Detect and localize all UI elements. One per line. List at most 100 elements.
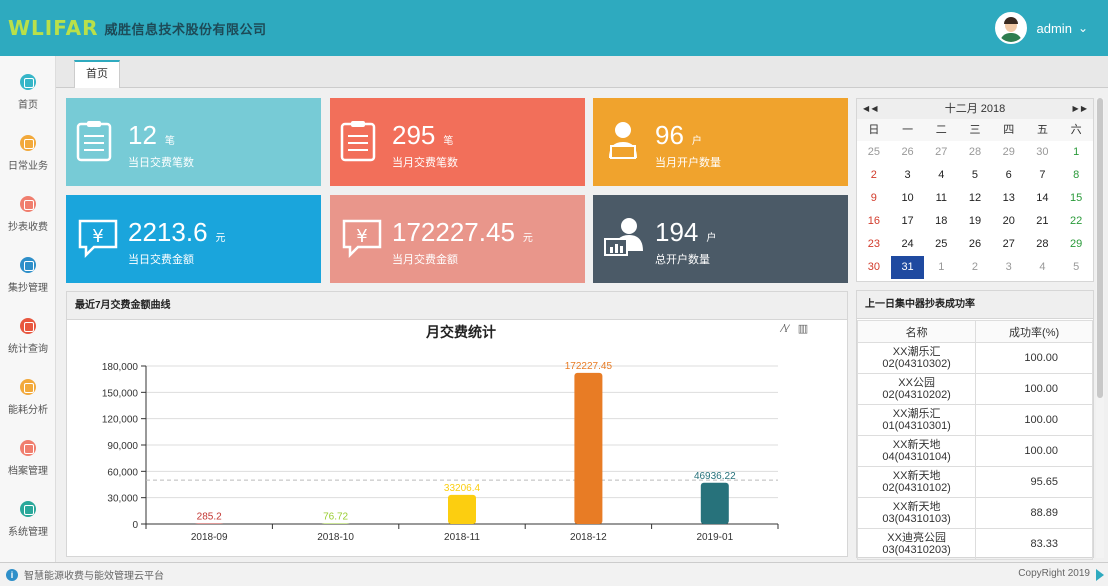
username[interactable]: admin	[1037, 21, 1072, 36]
weekday-label: 五	[1036, 124, 1048, 136]
calendar-day[interactable]: 9	[857, 187, 891, 210]
y-tick-label: 60,000	[107, 467, 138, 478]
table-row[interactable]: XX新天地 02(04310102) 95.65	[856, 466, 1093, 498]
success-rate: 100.00	[975, 342, 1093, 374]
calendar-day[interactable]: 4	[1026, 256, 1060, 279]
concentrator-name: XX迪亮公园 03(04310203)	[856, 528, 977, 560]
stat-card-2[interactable]: 96 户当月开户数量	[593, 98, 848, 186]
stat-unit: 户	[706, 233, 717, 244]
table-row[interactable]: XX公园 02(04310202) 100.00	[856, 373, 1093, 405]
tab-home[interactable]: 首页	[74, 60, 120, 88]
y-tick-label: 150,000	[102, 388, 139, 399]
calendar-day[interactable]: 3	[992, 256, 1026, 279]
calendar-day[interactable]: 10	[891, 187, 925, 210]
calendar-day[interactable]: 15	[1059, 187, 1093, 210]
calendar-day[interactable]: 28	[958, 141, 992, 164]
calendar-day[interactable]: 18	[924, 210, 958, 233]
calendar-title: 十二月 2018	[944, 103, 1006, 115]
footer-platform-name: 智慧能源收费与能效管理云平台	[24, 571, 164, 582]
calendar-day[interactable]: 5	[1059, 256, 1093, 279]
calendar-day[interactable]: 14	[1026, 187, 1060, 210]
calendar-day[interactable]: 23	[857, 233, 891, 256]
chevron-down-icon[interactable]: ⌄	[1078, 21, 1088, 35]
calendar-day[interactable]: 3	[891, 164, 925, 187]
calendar-day[interactable]: 8	[1059, 164, 1093, 187]
clipboard-icon	[340, 120, 380, 162]
calendar-day[interactable]: 21	[1026, 210, 1060, 233]
calendar-day[interactable]: 22	[1059, 210, 1093, 233]
success-rate: 100.00	[975, 435, 1093, 467]
company-name: 威胜信息技术股份有限公司	[104, 21, 267, 37]
play-icon[interactable]	[1096, 569, 1104, 581]
calendar-next-button[interactable]: ▶ ▶	[1072, 99, 1087, 119]
calendar-day[interactable]: 1	[1059, 141, 1093, 164]
weekday-label: 日	[868, 124, 880, 136]
table-row[interactable]: XX新天地 03(04310103) 88.89	[856, 497, 1093, 529]
table-row[interactable]: XX新天地 04(04310104) 100.00	[856, 435, 1093, 467]
stat-card-3[interactable]: ¥2213.6 元当日交费金额	[66, 195, 321, 283]
stat-card-0[interactable]: 12 笔当日交费笔数	[66, 98, 321, 186]
calendar-day[interactable]: 30	[1026, 141, 1060, 164]
avatar[interactable]	[994, 12, 1027, 44]
footer-copyright: CopyRight 2019	[1018, 568, 1090, 579]
calendar-day[interactable]: 1	[924, 256, 958, 279]
stat-value: 12 笔	[128, 120, 175, 150]
sidebar-item-1[interactable]: 日常业务	[0, 121, 56, 177]
table-row[interactable]: XX迪亮公园 03(04310203) 83.33	[856, 528, 1093, 560]
calendar-day[interactable]: 29	[1059, 233, 1093, 256]
calendar-day[interactable]: 28	[1026, 233, 1060, 256]
table-row[interactable]: XX潮乐汇 02(04310302) 100.00	[856, 342, 1093, 374]
table-row[interactable]: XX潮乐汇 01(04310301) 100.00	[856, 404, 1093, 436]
calendar-day[interactable]: 26	[958, 233, 992, 256]
stat-card-5[interactable]: 194 户总开户数量	[593, 195, 848, 283]
calendar-day[interactable]: 27	[924, 141, 958, 164]
calendar-day[interactable]: 24	[891, 233, 925, 256]
user-menu[interactable]: admin ⌄	[994, 12, 1088, 44]
scrollbar[interactable]	[1096, 98, 1104, 558]
sidebar-item-4[interactable]: 统计查询	[0, 304, 56, 360]
sidebar-item-5[interactable]: 能耗分析	[0, 365, 56, 421]
bar-chart-icon	[20, 257, 36, 273]
calendar-day[interactable]: 7	[1026, 164, 1060, 187]
logo[interactable]: WLIFAR 威胜信息技术股份有限公司	[8, 16, 267, 40]
calendar-day[interactable]: 26	[891, 141, 925, 164]
sidebar-item-6[interactable]: 档案管理	[0, 426, 56, 482]
calendar-header: ◀ ◀ 十二月 2018 ▶ ▶	[857, 99, 1093, 119]
calendar-day[interactable]: 13	[992, 187, 1026, 210]
sidebar-item-3[interactable]: 集抄管理	[0, 243, 56, 299]
svg-text:¥: ¥	[92, 226, 103, 247]
sidebar-item-0[interactable]: 首页	[0, 60, 56, 116]
concentrator-name: XX公园 02(04310202)	[856, 373, 977, 405]
calendar-day[interactable]: 31	[890, 256, 925, 279]
calendar-day[interactable]: 5	[958, 164, 992, 187]
stat-card-1[interactable]: 295 笔当月交费笔数	[330, 98, 585, 186]
calendar-day[interactable]: 25	[924, 233, 958, 256]
calendar-day[interactable]: 25	[857, 141, 891, 164]
weekday-label: 一	[902, 124, 914, 136]
calendar-day[interactable]: 30	[857, 256, 891, 279]
stat-label: 当月交费笔数	[392, 157, 458, 169]
calendar-day[interactable]: 19	[958, 210, 992, 233]
calendar-day[interactable]: 2	[958, 256, 992, 279]
calendar-day[interactable]: 4	[924, 164, 958, 187]
x-tick-label: 2018-09	[191, 532, 228, 543]
calendar-day[interactable]: 11	[924, 187, 958, 210]
calendar-day[interactable]: 27	[992, 233, 1026, 256]
sidebar-item-7[interactable]: 系统管理	[0, 487, 56, 543]
x-tick-label: 2018-11	[444, 532, 480, 543]
stat-card-4[interactable]: ¥172227.45 元当月交费金额	[330, 195, 585, 283]
calendar-day[interactable]: 16	[857, 210, 891, 233]
calendar-day[interactable]: 29	[992, 141, 1026, 164]
calendar-day[interactable]: 2	[857, 164, 891, 187]
sidebar-item-2[interactable]: 抄表收费	[0, 182, 56, 238]
person-chart-icon	[603, 217, 643, 259]
calendar-day[interactable]: 17	[891, 210, 925, 233]
calendar-day[interactable]: 6	[992, 164, 1026, 187]
calendar-prev-button[interactable]: ◀ ◀	[863, 99, 878, 119]
scroll-thumb[interactable]	[1097, 98, 1103, 398]
y-tick-label: 180,000	[102, 362, 139, 373]
calendar-day[interactable]: 20	[992, 210, 1026, 233]
weekday-label: 三	[969, 124, 981, 136]
calendar-day[interactable]: 12	[958, 187, 992, 210]
success-rate: 83.33	[975, 528, 1093, 560]
